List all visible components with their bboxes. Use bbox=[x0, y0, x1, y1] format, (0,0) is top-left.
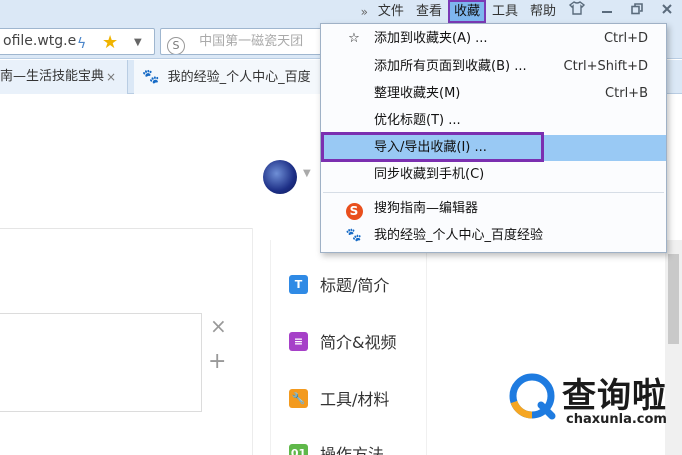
watermark-url: chaxunla.com bbox=[566, 412, 667, 427]
outline-item-intro-video[interactable]: ≡ 简介&视频 bbox=[289, 329, 396, 353]
baidu-paw-icon: 🐾 bbox=[345, 228, 363, 243]
watermark-logo-icon bbox=[509, 373, 556, 420]
sogou-icon: S bbox=[345, 196, 363, 222]
outline-item-label: 操作方法 bbox=[320, 445, 385, 455]
avatar-caret-icon[interactable]: ▼ bbox=[303, 168, 311, 179]
lightning-icon[interactable]: ϟ bbox=[77, 32, 86, 54]
menu-item-label: 整理收藏夹(M) bbox=[374, 86, 461, 101]
menu-item-sync-phone[interactable]: 同步收藏到手机(C) bbox=[321, 162, 666, 188]
outline-item-label: 标题/简介 bbox=[320, 276, 390, 295]
title-icon: T bbox=[289, 274, 308, 294]
favorite-star-icon[interactable]: ★ bbox=[102, 30, 118, 54]
menu-item-shortcut: Ctrl+D bbox=[603, 31, 648, 46]
menu-separator bbox=[323, 192, 664, 193]
search-placeholder: 中国第一磁瓷天团 bbox=[199, 34, 304, 49]
tab-sogou-guide[interactable]: 南—生活技能宝典 × bbox=[0, 60, 128, 94]
tab-close-icon[interactable]: × bbox=[106, 60, 116, 94]
menu-tools[interactable]: 工具 bbox=[486, 0, 524, 23]
menu-file[interactable]: 文件 bbox=[372, 0, 410, 23]
menu-item-label: 我的经验_个人中心_百度经验 bbox=[374, 228, 544, 243]
skin-shirt-icon[interactable] bbox=[562, 0, 592, 23]
outline-item-tools[interactable]: 🔧 工具/材料 bbox=[289, 386, 389, 410]
menu-item-add-favorite[interactable]: ☆ 添加到收藏夹(A) ... Ctrl+D bbox=[321, 26, 666, 52]
outline-item-title[interactable]: T 标题/简介 bbox=[289, 272, 389, 296]
divider bbox=[0, 228, 252, 229]
menu-item-optimize-title[interactable]: 优化标题(T) ... bbox=[321, 108, 666, 134]
document-icon: ≡ bbox=[289, 331, 308, 351]
remove-step-button[interactable]: × bbox=[210, 314, 227, 338]
divider bbox=[252, 228, 253, 455]
menu-item-add-all-pages[interactable]: 添加所有页面到收藏(B) ... Ctrl+Shift+D bbox=[321, 54, 666, 80]
url-text: ofile.wtg.e bbox=[3, 33, 77, 49]
tab-baidu-experience[interactable]: 🐾 我的经验_个人中心_百度 bbox=[134, 60, 324, 94]
steps-number-icon: 01 bbox=[289, 443, 308, 455]
menu-item-organize[interactable]: 整理收藏夹(M) Ctrl+B bbox=[321, 81, 666, 107]
menu-item-shortcut: Ctrl+Shift+D bbox=[563, 59, 648, 74]
menu-item-bookmark-baidu[interactable]: 🐾 我的经验_个人中心_百度经验 bbox=[321, 223, 666, 249]
menu-bar: » 文件 查看 收藏 工具 帮助 bbox=[357, 0, 682, 23]
menu-overflow-chevron[interactable]: » bbox=[357, 5, 372, 19]
menu-help[interactable]: 帮助 bbox=[524, 0, 562, 23]
baidu-paw-icon: 🐾 bbox=[142, 69, 160, 85]
watermark-title: 查询啦 bbox=[562, 376, 667, 416]
menu-favorites[interactable]: 收藏 bbox=[447, 0, 486, 23]
add-step-button[interactable]: + bbox=[208, 349, 226, 374]
outline-item-label: 工具/材料 bbox=[320, 390, 390, 409]
minimize-icon[interactable] bbox=[592, 0, 622, 23]
user-avatar[interactable] bbox=[263, 160, 297, 194]
search-input[interactable]: S 中国第一磁瓷天团 bbox=[160, 28, 340, 55]
editor-textarea[interactable] bbox=[0, 313, 202, 412]
menu-item-label: 同步收藏到手机(C) bbox=[374, 167, 485, 182]
url-input[interactable]: ofile.wtg.e ϟ ★ ▼ bbox=[0, 28, 155, 55]
restore-icon[interactable] bbox=[622, 0, 652, 23]
title-bar: » 文件 查看 收藏 工具 帮助 bbox=[0, 0, 682, 23]
favorites-dropdown-menu: ☆ 添加到收藏夹(A) ... Ctrl+D 添加所有页面到收藏(B) ... … bbox=[320, 23, 667, 253]
watermark: 查询啦 chaxunla.com bbox=[508, 368, 680, 438]
outline-item-label: 简介&视频 bbox=[320, 333, 397, 352]
menu-item-label: 添加所有页面到收藏(B) ... bbox=[374, 59, 527, 74]
star-outline-icon: ☆ bbox=[348, 31, 360, 46]
menu-item-bookmark-sogou-guide[interactable]: S 搜狗指南—编辑器 bbox=[321, 196, 666, 222]
menu-item-label: 添加到收藏夹(A) ... bbox=[374, 31, 488, 46]
tab-label: 我的经验_个人中心_百度 bbox=[167, 70, 311, 85]
outline-panel: T 标题/简介 ≡ 简介&视频 🔧 工具/材料 01 操作方法 bbox=[270, 240, 427, 455]
tab-label: 南—生活技能宝典 bbox=[0, 69, 105, 84]
wrench-icon: 🔧 bbox=[289, 388, 308, 408]
menu-item-label: 搜狗指南—编辑器 bbox=[374, 201, 479, 216]
url-dropdown-icon[interactable]: ▼ bbox=[134, 30, 142, 54]
close-window-icon[interactable] bbox=[652, 0, 682, 23]
scrollbar-thumb[interactable] bbox=[668, 254, 679, 344]
sogou-search-icon: S bbox=[167, 37, 185, 54]
outline-item-steps[interactable]: 01 操作方法 bbox=[289, 441, 384, 455]
annotation-highlight-box bbox=[321, 132, 544, 162]
menu-item-label: 优化标题(T) ... bbox=[374, 113, 461, 128]
menu-item-shortcut: Ctrl+B bbox=[605, 86, 648, 101]
menu-view[interactable]: 查看 bbox=[410, 0, 448, 23]
